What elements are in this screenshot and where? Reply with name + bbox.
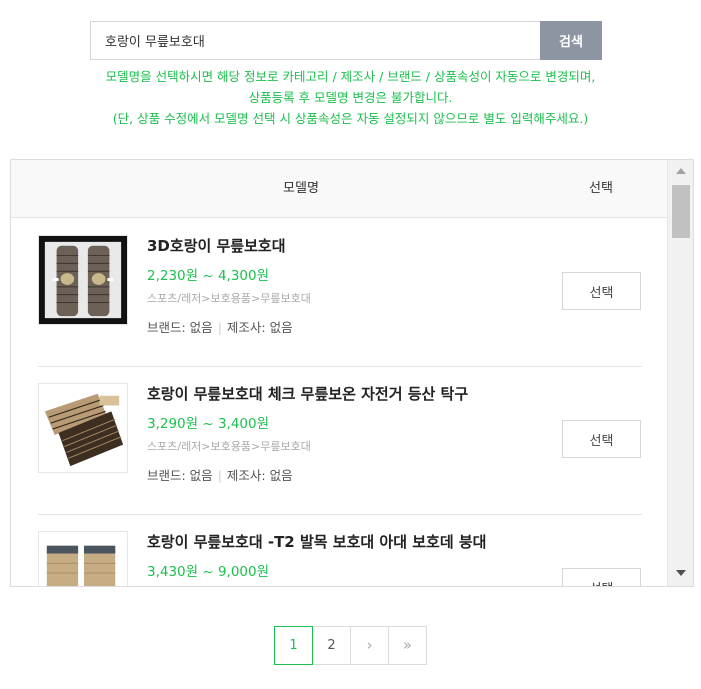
- product-row: 호랑이 무릎보호대 체크 무릎보온 자전거 등산 탁구 3,290원 ~ 3,4…: [11, 367, 668, 515]
- product-price: 3,290원 ~ 3,400원: [147, 416, 270, 432]
- product-meta: 브랜드: 없음 | 제조사: 없음: [147, 465, 293, 484]
- select-button[interactable]: 선택: [562, 568, 641, 586]
- product-name: 호랑이 무릎보호대 체크 무릎보온 자전거 등산 탁구: [147, 385, 469, 403]
- page-1-button[interactable]: 1: [274, 626, 313, 665]
- pagination: 1 2 › »: [274, 626, 427, 665]
- search-button[interactable]: 검색: [540, 21, 602, 60]
- scroll-thumb[interactable]: [672, 185, 690, 238]
- product-row: 3D호랑이 무릎보호대 2,230원 ~ 4,300원 스포츠/레저>보호용품>…: [11, 219, 668, 367]
- product-category: 스포츠/레저>보호용품>무릎보호대: [147, 292, 311, 305]
- product-brand: 브랜드: 없음: [147, 468, 213, 483]
- page-2-button[interactable]: 2: [312, 626, 351, 665]
- product-category: 스포츠/레저>보호용품>무릎보호대: [147, 440, 311, 453]
- notice-line-2: 상품등록 후 모델명 변경은 불가합니다.: [248, 90, 453, 105]
- vertical-scrollbar[interactable]: [667, 160, 693, 586]
- column-header-model: 모델명: [283, 181, 319, 196]
- knee-brace-image-icon: [39, 384, 127, 472]
- product-price: 3,430원 ~ 9,000원: [147, 564, 270, 580]
- product-name: 호랑이 무릎보호대 -T2 발목 보호대 아대 보호데 붕대: [147, 533, 487, 551]
- product-thumbnail: [38, 235, 128, 325]
- meta-divider: |: [217, 320, 222, 335]
- product-meta: 브랜드: 없음 | 제조사: 없음: [147, 317, 293, 336]
- notice-line-1: 모델명을 선택하시면 해당 정보로 카테고리 / 제조사 / 브랜드 / 상품속…: [105, 69, 596, 84]
- knee-brace-image-icon: [39, 532, 127, 586]
- knee-brace-image-icon: [39, 236, 127, 324]
- model-notice: 모델명을 선택하시면 해당 정보로 카테고리 / 제조사 / 브랜드 / 상품속…: [0, 66, 701, 129]
- product-maker: 제조사: 없음: [226, 320, 293, 335]
- product-rows: 3D호랑이 무릎보호대 2,230원 ~ 4,300원 스포츠/레저>보호용품>…: [11, 219, 668, 586]
- notice-line-3: (단, 상품 수정에서 모델명 선택 시 상품속성은 자동 설정되지 않으므로 …: [112, 111, 589, 126]
- scroll-down-arrow-icon[interactable]: [676, 570, 686, 576]
- product-price: 2,230원 ~ 4,300원: [147, 268, 270, 284]
- scroll-up-arrow-icon[interactable]: [676, 168, 686, 174]
- meta-divider: |: [217, 468, 222, 483]
- select-button[interactable]: 선택: [562, 420, 641, 458]
- product-name: 3D호랑이 무릎보호대: [147, 237, 286, 255]
- product-thumbnail: [38, 531, 128, 586]
- next-page-icon[interactable]: ›: [350, 626, 389, 665]
- search-input[interactable]: [90, 21, 540, 60]
- product-row: 호랑이 무릎보호대 -T2 발목 보호대 아대 보호데 붕대 3,430원 ~ …: [11, 515, 668, 586]
- model-list: 모델명 선택 3D호랑이 무릎보호대 2,230원 ~ 4,300원 스포츠/레…: [10, 159, 694, 587]
- product-maker: 제조사: 없음: [226, 468, 293, 483]
- last-page-icon[interactable]: »: [388, 626, 427, 665]
- select-button[interactable]: 선택: [562, 272, 641, 310]
- list-header: 모델명 선택: [11, 160, 668, 218]
- search-bar: 검색: [90, 21, 602, 60]
- column-header-select: 선택: [589, 181, 613, 196]
- product-thumbnail: [38, 383, 128, 473]
- product-brand: 브랜드: 없음: [147, 320, 213, 335]
